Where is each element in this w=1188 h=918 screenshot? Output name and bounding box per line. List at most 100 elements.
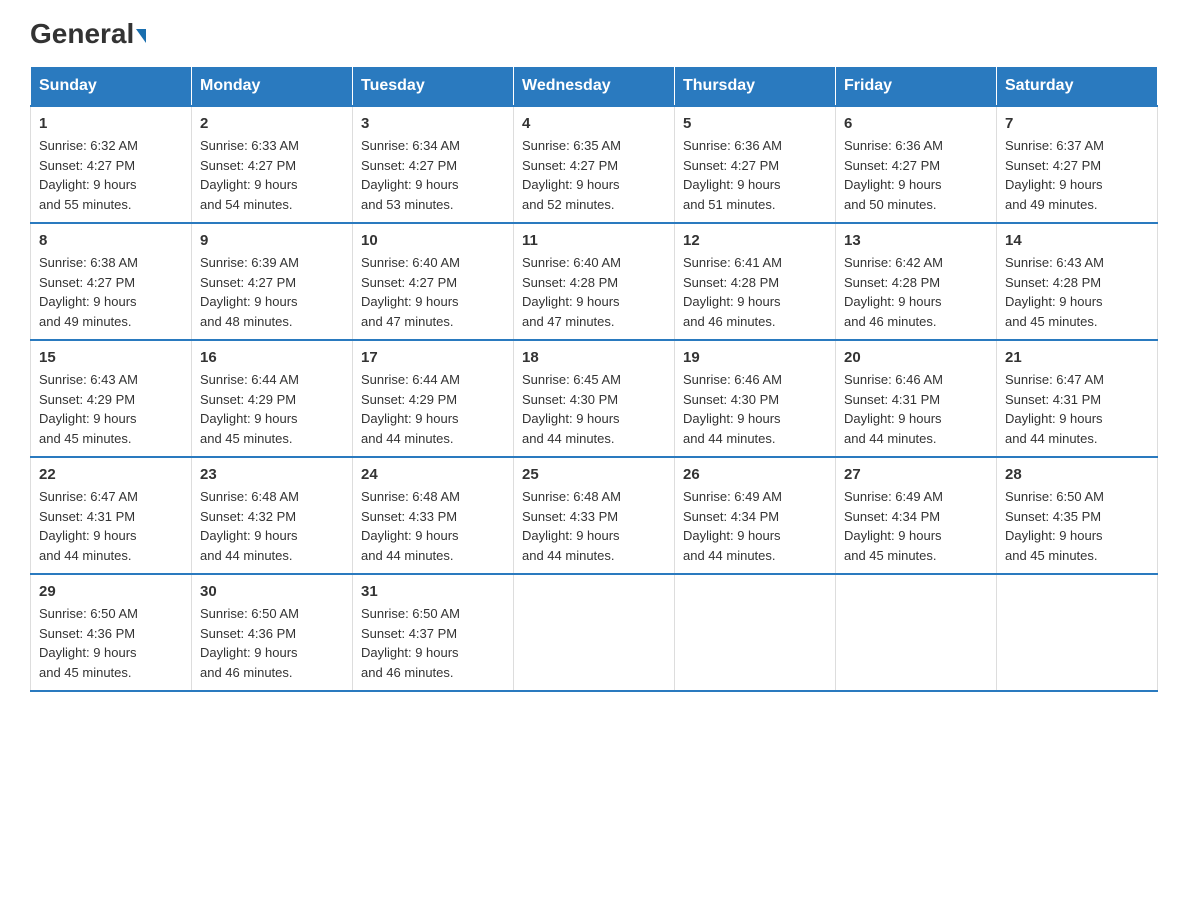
col-tuesday: Tuesday <box>353 67 514 107</box>
day-number: 21 <box>1005 349 1149 366</box>
table-row <box>675 574 836 691</box>
day-info: Sunrise: 6:39 AM Sunset: 4:27 PM Dayligh… <box>200 253 344 331</box>
table-row: 21 Sunrise: 6:47 AM Sunset: 4:31 PM Dayl… <box>997 340 1158 457</box>
table-row: 11 Sunrise: 6:40 AM Sunset: 4:28 PM Dayl… <box>514 223 675 340</box>
table-row: 5 Sunrise: 6:36 AM Sunset: 4:27 PM Dayli… <box>675 106 836 223</box>
table-row: 13 Sunrise: 6:42 AM Sunset: 4:28 PM Dayl… <box>836 223 997 340</box>
table-row: 17 Sunrise: 6:44 AM Sunset: 4:29 PM Dayl… <box>353 340 514 457</box>
table-row: 23 Sunrise: 6:48 AM Sunset: 4:32 PM Dayl… <box>192 457 353 574</box>
day-number: 25 <box>522 466 666 483</box>
table-row: 6 Sunrise: 6:36 AM Sunset: 4:27 PM Dayli… <box>836 106 997 223</box>
table-row: 19 Sunrise: 6:46 AM Sunset: 4:30 PM Dayl… <box>675 340 836 457</box>
day-number: 17 <box>361 349 505 366</box>
logo: General <box>30 20 146 46</box>
day-number: 28 <box>1005 466 1149 483</box>
day-info: Sunrise: 6:33 AM Sunset: 4:27 PM Dayligh… <box>200 136 344 214</box>
day-info: Sunrise: 6:49 AM Sunset: 4:34 PM Dayligh… <box>683 487 827 565</box>
day-info: Sunrise: 6:36 AM Sunset: 4:27 PM Dayligh… <box>844 136 988 214</box>
day-info: Sunrise: 6:50 AM Sunset: 4:37 PM Dayligh… <box>361 604 505 682</box>
table-row: 3 Sunrise: 6:34 AM Sunset: 4:27 PM Dayli… <box>353 106 514 223</box>
day-info: Sunrise: 6:45 AM Sunset: 4:30 PM Dayligh… <box>522 370 666 448</box>
day-number: 14 <box>1005 232 1149 249</box>
table-row <box>997 574 1158 691</box>
day-info: Sunrise: 6:40 AM Sunset: 4:27 PM Dayligh… <box>361 253 505 331</box>
calendar-week-1: 1 Sunrise: 6:32 AM Sunset: 4:27 PM Dayli… <box>31 106 1158 223</box>
table-row: 15 Sunrise: 6:43 AM Sunset: 4:29 PM Dayl… <box>31 340 192 457</box>
day-number: 26 <box>683 466 827 483</box>
col-sunday: Sunday <box>31 67 192 107</box>
day-number: 7 <box>1005 115 1149 132</box>
table-row: 29 Sunrise: 6:50 AM Sunset: 4:36 PM Dayl… <box>31 574 192 691</box>
page-header: General <box>30 20 1158 46</box>
day-number: 13 <box>844 232 988 249</box>
day-info: Sunrise: 6:41 AM Sunset: 4:28 PM Dayligh… <box>683 253 827 331</box>
day-number: 19 <box>683 349 827 366</box>
day-info: Sunrise: 6:37 AM Sunset: 4:27 PM Dayligh… <box>1005 136 1149 214</box>
day-number: 4 <box>522 115 666 132</box>
day-info: Sunrise: 6:42 AM Sunset: 4:28 PM Dayligh… <box>844 253 988 331</box>
day-info: Sunrise: 6:36 AM Sunset: 4:27 PM Dayligh… <box>683 136 827 214</box>
day-number: 3 <box>361 115 505 132</box>
day-number: 29 <box>39 583 183 600</box>
logo-triangle-icon <box>136 29 146 43</box>
table-row: 22 Sunrise: 6:47 AM Sunset: 4:31 PM Dayl… <box>31 457 192 574</box>
table-row: 30 Sunrise: 6:50 AM Sunset: 4:36 PM Dayl… <box>192 574 353 691</box>
table-row <box>514 574 675 691</box>
day-info: Sunrise: 6:50 AM Sunset: 4:35 PM Dayligh… <box>1005 487 1149 565</box>
col-friday: Friday <box>836 67 997 107</box>
day-number: 1 <box>39 115 183 132</box>
table-row: 16 Sunrise: 6:44 AM Sunset: 4:29 PM Dayl… <box>192 340 353 457</box>
day-info: Sunrise: 6:48 AM Sunset: 4:33 PM Dayligh… <box>361 487 505 565</box>
col-saturday: Saturday <box>997 67 1158 107</box>
day-info: Sunrise: 6:48 AM Sunset: 4:32 PM Dayligh… <box>200 487 344 565</box>
table-row: 26 Sunrise: 6:49 AM Sunset: 4:34 PM Dayl… <box>675 457 836 574</box>
day-number: 10 <box>361 232 505 249</box>
day-number: 9 <box>200 232 344 249</box>
day-number: 6 <box>844 115 988 132</box>
calendar-body: 1 Sunrise: 6:32 AM Sunset: 4:27 PM Dayli… <box>31 106 1158 691</box>
calendar-week-5: 29 Sunrise: 6:50 AM Sunset: 4:36 PM Dayl… <box>31 574 1158 691</box>
day-number: 31 <box>361 583 505 600</box>
table-row: 31 Sunrise: 6:50 AM Sunset: 4:37 PM Dayl… <box>353 574 514 691</box>
day-number: 30 <box>200 583 344 600</box>
table-row: 24 Sunrise: 6:48 AM Sunset: 4:33 PM Dayl… <box>353 457 514 574</box>
day-info: Sunrise: 6:43 AM Sunset: 4:28 PM Dayligh… <box>1005 253 1149 331</box>
day-number: 15 <box>39 349 183 366</box>
day-info: Sunrise: 6:48 AM Sunset: 4:33 PM Dayligh… <box>522 487 666 565</box>
day-number: 20 <box>844 349 988 366</box>
table-row: 2 Sunrise: 6:33 AM Sunset: 4:27 PM Dayli… <box>192 106 353 223</box>
table-row: 10 Sunrise: 6:40 AM Sunset: 4:27 PM Dayl… <box>353 223 514 340</box>
table-row: 9 Sunrise: 6:39 AM Sunset: 4:27 PM Dayli… <box>192 223 353 340</box>
calendar-table: Sunday Monday Tuesday Wednesday Thursday… <box>30 66 1158 692</box>
calendar-week-2: 8 Sunrise: 6:38 AM Sunset: 4:27 PM Dayli… <box>31 223 1158 340</box>
day-info: Sunrise: 6:46 AM Sunset: 4:31 PM Dayligh… <box>844 370 988 448</box>
calendar-week-3: 15 Sunrise: 6:43 AM Sunset: 4:29 PM Dayl… <box>31 340 1158 457</box>
day-info: Sunrise: 6:35 AM Sunset: 4:27 PM Dayligh… <box>522 136 666 214</box>
day-info: Sunrise: 6:44 AM Sunset: 4:29 PM Dayligh… <box>200 370 344 448</box>
table-row: 28 Sunrise: 6:50 AM Sunset: 4:35 PM Dayl… <box>997 457 1158 574</box>
day-number: 2 <box>200 115 344 132</box>
table-row <box>836 574 997 691</box>
table-row: 4 Sunrise: 6:35 AM Sunset: 4:27 PM Dayli… <box>514 106 675 223</box>
day-info: Sunrise: 6:50 AM Sunset: 4:36 PM Dayligh… <box>200 604 344 682</box>
day-info: Sunrise: 6:47 AM Sunset: 4:31 PM Dayligh… <box>39 487 183 565</box>
table-row: 20 Sunrise: 6:46 AM Sunset: 4:31 PM Dayl… <box>836 340 997 457</box>
day-number: 8 <box>39 232 183 249</box>
table-row: 25 Sunrise: 6:48 AM Sunset: 4:33 PM Dayl… <box>514 457 675 574</box>
day-info: Sunrise: 6:38 AM Sunset: 4:27 PM Dayligh… <box>39 253 183 331</box>
table-row: 1 Sunrise: 6:32 AM Sunset: 4:27 PM Dayli… <box>31 106 192 223</box>
day-number: 22 <box>39 466 183 483</box>
col-monday: Monday <box>192 67 353 107</box>
day-number: 18 <box>522 349 666 366</box>
day-number: 27 <box>844 466 988 483</box>
table-row: 7 Sunrise: 6:37 AM Sunset: 4:27 PM Dayli… <box>997 106 1158 223</box>
day-info: Sunrise: 6:32 AM Sunset: 4:27 PM Dayligh… <box>39 136 183 214</box>
day-number: 23 <box>200 466 344 483</box>
header-row: Sunday Monday Tuesday Wednesday Thursday… <box>31 67 1158 107</box>
table-row: 12 Sunrise: 6:41 AM Sunset: 4:28 PM Dayl… <box>675 223 836 340</box>
day-info: Sunrise: 6:46 AM Sunset: 4:30 PM Dayligh… <box>683 370 827 448</box>
day-number: 11 <box>522 232 666 249</box>
day-info: Sunrise: 6:49 AM Sunset: 4:34 PM Dayligh… <box>844 487 988 565</box>
day-number: 16 <box>200 349 344 366</box>
calendar-header: Sunday Monday Tuesday Wednesday Thursday… <box>31 67 1158 107</box>
